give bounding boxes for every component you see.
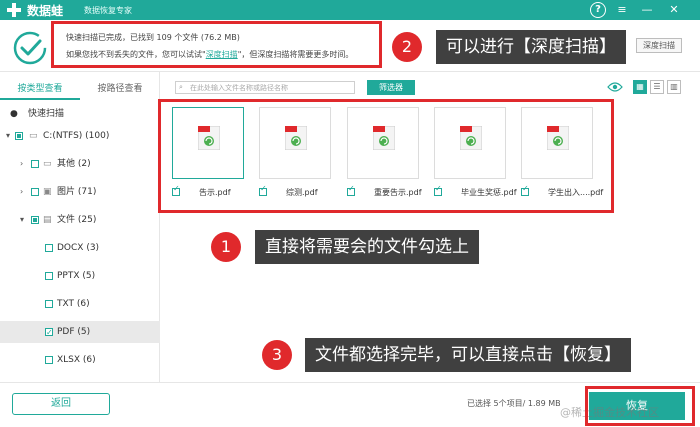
tree-checkbox[interactable] (45, 322, 53, 344)
tab-by-type[interactable]: 按类型查看 (0, 80, 80, 100)
drive-icon: ▭ (29, 131, 38, 141)
tree-item-docx[interactable]: DOCX (3) (0, 237, 160, 259)
clock-icon: ● (10, 109, 18, 119)
document-icon: ▤ (43, 215, 52, 225)
file-toolbar: ⌕ 在此处输入文件名称或路径名称 筛选器 ▦ ☰ ▥ (160, 72, 700, 102)
search-input[interactable]: ⌕ 在此处输入文件名称或路径名称 (175, 81, 355, 94)
grid-view-icon[interactable]: ▦ (633, 80, 647, 94)
chevron-right-icon: › (20, 187, 24, 196)
app-logo-icon (7, 3, 21, 17)
chevron-down-icon: ▾ (6, 131, 11, 140)
sidebar-tabs: 按类型查看 按路径查看 (0, 80, 160, 100)
chevron-down-icon: ▾ (20, 215, 25, 224)
list-view-icon[interactable]: ☰ (650, 80, 664, 94)
tree-item-label: C:(NTFS) (100) (43, 131, 110, 141)
tree-item-quick-scan[interactable]: ● 快速扫描 (0, 103, 160, 125)
selection-summary: 已选择 5个项目/ 1.89 MB (467, 399, 561, 408)
tree-checkbox[interactable] (45, 300, 53, 308)
annotation-number-3: 3 (262, 340, 292, 370)
annotation-number-1: 1 (211, 232, 241, 262)
tree-item-label: 其他 (2) (57, 159, 91, 169)
minimize-icon[interactable]: — (639, 2, 655, 18)
tree-checkbox[interactable] (31, 188, 39, 196)
app-name: 数据蛙 (27, 4, 64, 18)
filter-button[interactable]: 筛选器 (367, 80, 415, 95)
back-button[interactable]: 返回 (12, 393, 110, 415)
app-subtitle: 数据恢复专家 (84, 6, 132, 15)
tree-item-other[interactable]: › ▭ 其他 (2) (0, 153, 160, 175)
title-bar: 数据蛙 数据恢复专家 ? ≡ — ✕ (0, 0, 700, 20)
folder-icon: ▭ (43, 159, 52, 169)
tree-item-documents[interactable]: ▾ ▤ 文件 (25) (0, 209, 160, 231)
help-icon[interactable]: ? (590, 2, 606, 18)
sidebar: 按类型查看 按路径查看 ● 快速扫描 ▾ ▭ C:(NTFS) (100) › … (0, 72, 160, 382)
tree-item-label: TXT (6) (57, 299, 90, 309)
tree-item-xlsx[interactable]: XLSX (6) (0, 349, 160, 371)
deep-scan-button[interactable]: 深度扫描 (636, 38, 682, 53)
tree-checkbox[interactable] (45, 244, 53, 252)
tree-item-drive-c[interactable]: ▾ ▭ C:(NTFS) (100) (0, 125, 160, 147)
eye-icon[interactable] (607, 81, 623, 93)
tree-item-pdf[interactable]: PDF (5) (0, 321, 160, 344)
close-icon[interactable]: ✕ (666, 2, 682, 18)
annotation-box-status (51, 21, 382, 68)
image-icon: ▣ (43, 187, 52, 197)
tree-checkbox[interactable] (45, 272, 53, 280)
tree-checkbox[interactable] (45, 356, 53, 364)
annotation-number-2: 2 (392, 32, 422, 62)
tree-item-txt[interactable]: TXT (6) (0, 293, 160, 315)
tree-checkbox[interactable] (31, 216, 39, 224)
annotation-box-files (158, 99, 614, 213)
tree-item-label: PPTX (5) (57, 271, 96, 281)
search-placeholder: 在此处输入文件名称或路径名称 (190, 84, 288, 92)
tree-item-label: 图片 (71) (57, 187, 97, 197)
tree-checkbox[interactable] (31, 160, 39, 168)
tree-item-label: XLSX (6) (57, 355, 96, 365)
scan-complete-icon (13, 31, 47, 65)
chevron-right-icon: › (20, 159, 24, 168)
tree-checkbox[interactable] (15, 132, 23, 140)
search-icon: ⌕ (179, 83, 183, 91)
annotation-box-recover (585, 386, 695, 426)
annotation-label-3: 文件都选择完毕，可以直接点击【恢复】 (305, 338, 631, 372)
annotation-label-1: 直接将需要会的文件勾选上 (255, 230, 479, 264)
tree-item-images[interactable]: › ▣ 图片 (71) (0, 181, 160, 203)
tree-item-pptx[interactable]: PPTX (5) (0, 265, 160, 287)
tree-item-label: 快速扫描 (28, 109, 65, 119)
tree-item-label: 文件 (25) (57, 215, 97, 225)
annotation-label-2: 可以进行【深度扫描】 (436, 30, 626, 64)
menu-icon[interactable]: ≡ (614, 2, 630, 18)
tree-item-label: DOCX (3) (57, 243, 100, 253)
tab-by-path[interactable]: 按路径查看 (80, 80, 160, 100)
tree-item-label: PDF (5) (57, 327, 91, 337)
detail-view-icon[interactable]: ▥ (667, 80, 681, 94)
